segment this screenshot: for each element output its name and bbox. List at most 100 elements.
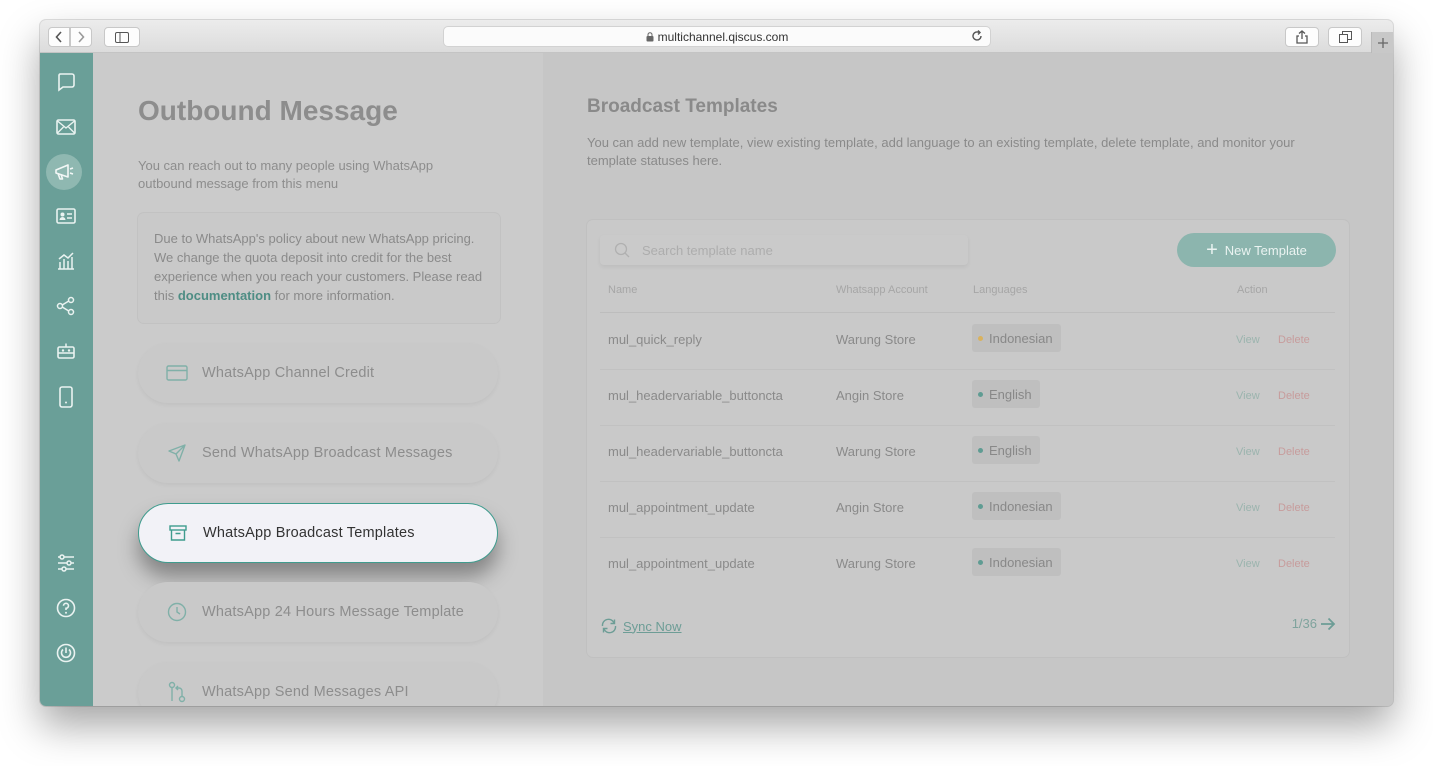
sync-icon (601, 618, 617, 634)
api-icon (166, 681, 188, 703)
column-header-action: Action (1237, 284, 1268, 296)
notice-text-end: for more information. (271, 288, 395, 303)
new-tab-button[interactable] (1371, 32, 1393, 53)
lock-icon (646, 31, 654, 41)
search-placeholder: Search template name (642, 242, 773, 258)
menu-label: WhatsApp Channel Credit (202, 365, 375, 381)
page-title: Outbound Message (138, 95, 398, 126)
contact-card-icon (56, 208, 76, 224)
template-name: mul_headervariable_buttoncta (608, 388, 783, 403)
menu-label: WhatsApp Send Messages API (202, 684, 409, 700)
view-button[interactable]: View (1236, 502, 1260, 514)
page-indicator: 1/36 (1291, 616, 1317, 631)
integration-icon (56, 296, 75, 316)
view-button[interactable]: View (1236, 390, 1260, 402)
tabs-overview-button[interactable] (1328, 27, 1362, 47)
archive-icon (167, 522, 189, 544)
sidebar-item-contacts[interactable] (53, 203, 79, 229)
back-button[interactable] (48, 27, 70, 47)
menu-send-broadcast[interactable]: Send WhatsApp Broadcast Messages (138, 423, 498, 483)
menu-24h-template[interactable]: WhatsApp 24 Hours Message Template (138, 582, 498, 642)
delete-button[interactable]: Delete (1278, 446, 1310, 458)
pagination: 1/36 (1292, 616, 1336, 631)
plus-icon: + (1206, 239, 1218, 261)
table-row: mul_appointment_update Warung Store Indone… (600, 537, 1335, 593)
delete-button[interactable]: Delete (1278, 334, 1310, 346)
language-badge: English (972, 436, 1040, 464)
app-sidebar (40, 53, 93, 706)
reload-icon[interactable] (970, 29, 984, 43)
search-input[interactable]: Search template name (600, 235, 968, 265)
templates-card: Search template name + New Template Name… (587, 220, 1349, 657)
language-badge: Indonesian (972, 324, 1061, 352)
template-name: mul_quick_reply (608, 332, 702, 347)
sync-now-link[interactable]: Sync Now (600, 618, 682, 634)
language-label: Indonesian (989, 330, 1053, 346)
bot-icon (57, 343, 75, 359)
new-template-button[interactable]: + New Template (1177, 233, 1336, 267)
menu-label: WhatsApp Broadcast Templates (203, 525, 415, 541)
sidebar-item-logout[interactable] (53, 640, 79, 666)
browser-toolbar: multichannel.qiscus.com (40, 20, 1393, 53)
template-name: mul_appointment_update (608, 556, 755, 571)
pricing-notice: Due to WhatsApp's policy about new Whats… (138, 213, 500, 323)
mobile-icon (59, 386, 73, 408)
view-button[interactable]: View (1236, 558, 1260, 570)
status-dot (978, 391, 983, 397)
analytics-icon (58, 252, 74, 270)
menu-label: WhatsApp 24 Hours Message Template (202, 604, 465, 620)
chevron-right-icon (78, 31, 85, 43)
clock-icon (166, 601, 188, 623)
plus-icon (1377, 37, 1388, 48)
column-header-name: Name (608, 284, 638, 296)
language-label: Indonesian (989, 554, 1053, 570)
sidebar-item-outbound[interactable] (46, 154, 82, 190)
address-bar[interactable]: multichannel.qiscus.com (443, 26, 991, 47)
whatsapp-account: Warung Store (836, 556, 916, 571)
sidebar-item-mail[interactable] (53, 114, 79, 140)
documentation-link[interactable]: documentation (178, 288, 271, 303)
section-title: Broadcast Templates (587, 96, 778, 117)
delete-button[interactable]: Delete (1278, 502, 1310, 514)
sidebar-toggle-button[interactable] (104, 27, 140, 47)
status-dot (978, 447, 983, 453)
forward-button[interactable] (70, 27, 92, 47)
language-badge: Indonesian (972, 492, 1061, 520)
menu-send-messages-api[interactable]: WhatsApp Send Messages API (138, 662, 498, 706)
sidebar-item-mobile[interactable] (53, 384, 79, 410)
whatsapp-account: Warung Store (836, 332, 916, 347)
sidebar-item-settings[interactable] (53, 550, 79, 576)
arrow-right-icon[interactable] (1320, 617, 1336, 631)
sidebar-item-help[interactable] (53, 595, 79, 621)
template-name: mul_headervariable_buttoncta (608, 444, 783, 459)
power-icon (56, 643, 76, 663)
status-dot (978, 503, 983, 509)
tabs-icon (1338, 31, 1352, 43)
section-description: You can add new template, view existing … (587, 135, 1295, 168)
menu-channel-credit[interactable]: WhatsApp Channel Credit (138, 343, 498, 403)
search-icon (614, 242, 630, 258)
table-row: mul_headervariable_buttoncta Warung Store… (600, 425, 1335, 481)
chat-icon (58, 73, 75, 92)
sync-label: Sync Now (623, 618, 682, 634)
delete-button[interactable]: Delete (1278, 558, 1310, 570)
language-label: English (989, 442, 1032, 458)
table-row: mul_appointment_update Angin Store Indones… (600, 481, 1335, 537)
column-header-languages: Languages (973, 284, 1028, 296)
view-button[interactable]: View (1236, 334, 1260, 346)
sidebar-item-bot[interactable] (53, 338, 79, 364)
sidebar-icon (115, 31, 129, 43)
sidebar-item-analytics[interactable] (53, 248, 79, 274)
sidebar-item-integration[interactable] (53, 293, 79, 319)
share-button[interactable] (1285, 27, 1319, 47)
language-badge: Indonesian (972, 548, 1061, 576)
sidebar-item-chat[interactable] (53, 69, 79, 95)
delete-button[interactable]: Delete (1278, 390, 1310, 402)
broadcast-templates-panel: Broadcast Templates You can add new temp… (543, 53, 1393, 706)
page-description: You can reach out to many people using W… (138, 158, 434, 191)
credit-card-icon (166, 362, 188, 384)
browser-window: multichannel.qiscus.com Outbound Message… (40, 20, 1393, 706)
view-button[interactable]: View (1236, 446, 1260, 458)
whatsapp-account: Angin Store (836, 388, 904, 403)
menu-broadcast-templates[interactable]: WhatsApp Broadcast Templates (138, 503, 498, 563)
